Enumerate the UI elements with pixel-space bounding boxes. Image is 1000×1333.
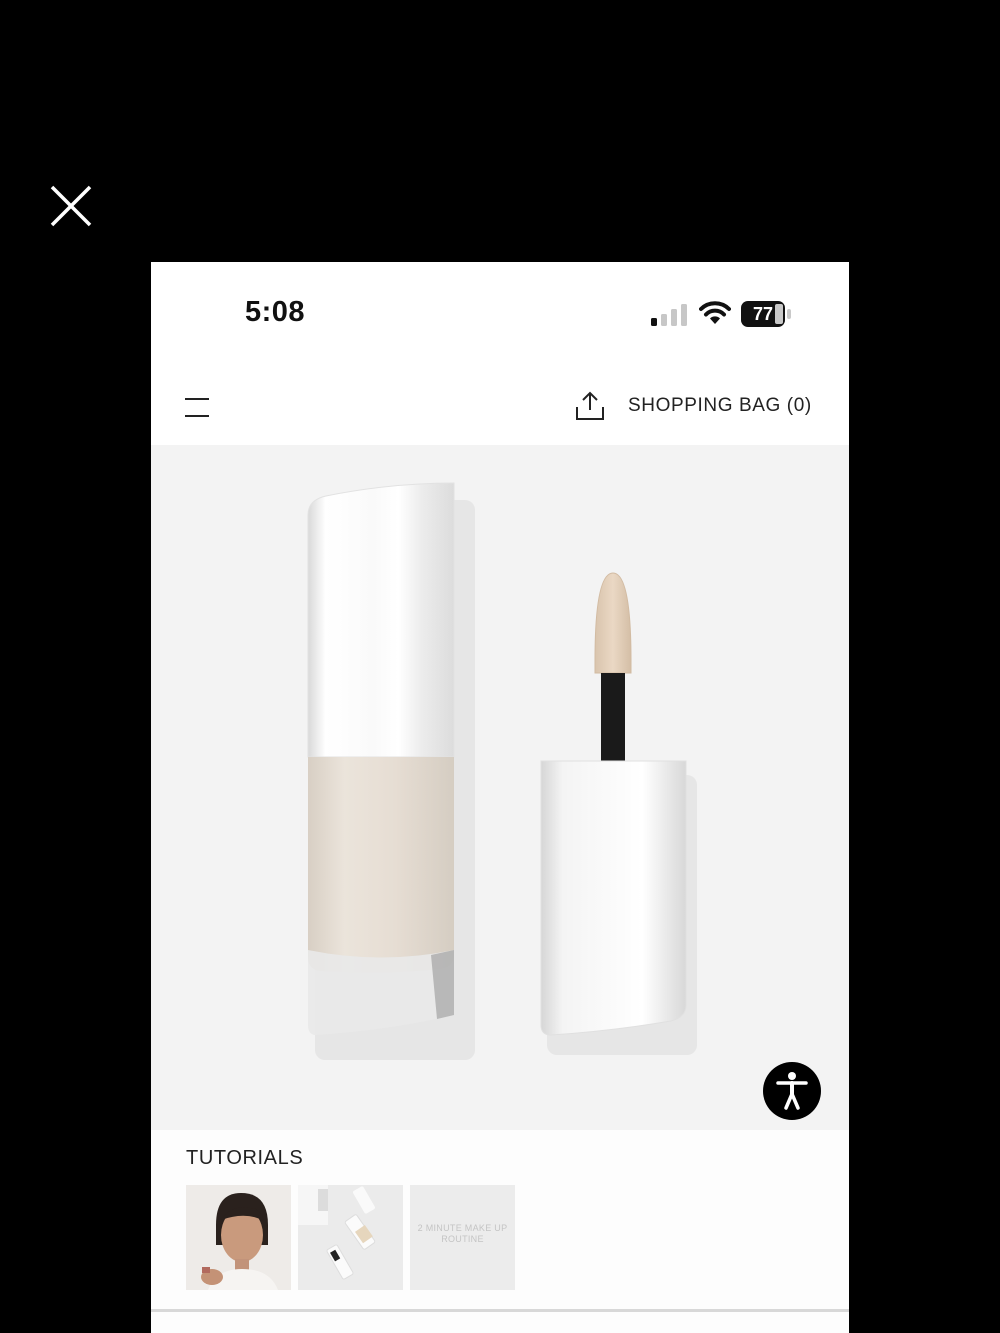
concealer-product-illustration <box>307 482 697 1060</box>
status-time: 5:08 <box>245 296 306 328</box>
model-portrait-image <box>186 1185 291 1290</box>
share-button[interactable] <box>575 390 605 422</box>
battery-level: 77 <box>752 303 774 324</box>
close-button[interactable] <box>48 183 94 229</box>
tutorial-thumbnail-2[interactable] <box>298 1185 403 1290</box>
tutorials-section: TUTORIALS 2 MINUTE MAKE UP ROUTINE <box>151 1130 849 1333</box>
tutorials-heading: TUTORIALS <box>186 1147 304 1169</box>
battery-indicator: 77 <box>741 301 793 332</box>
menu-button[interactable] <box>183 394 211 420</box>
applicator-wand <box>601 673 625 761</box>
applicator-handle <box>540 760 687 1036</box>
close-icon <box>50 185 92 227</box>
signal-icon <box>651 304 687 326</box>
status-bar: 5:08 77 <box>151 262 849 362</box>
applicator-tip <box>594 572 632 674</box>
accessibility-button[interactable] <box>763 1062 821 1120</box>
wifi-icon <box>699 301 731 324</box>
shopping-bag-link[interactable]: SHOPPING BAG (0) <box>628 395 812 417</box>
products-flatlay-image <box>298 1185 403 1290</box>
tutorial-thumbnail-3[interactable]: 2 MINUTE MAKE UP ROUTINE <box>410 1185 515 1290</box>
bottle-liquid <box>308 757 454 973</box>
bottle-cap <box>307 482 455 758</box>
bottom-divider <box>151 1309 849 1312</box>
tutorial-thumbnail-caption: 2 MINUTE MAKE UP ROUTINE <box>417 1223 508 1244</box>
share-icon <box>576 391 604 420</box>
product-image <box>151 445 849 1130</box>
phone-screen: 5:08 77 SHOPPING BAG (0) TUTORIALS 2 MIN… <box>151 262 849 1333</box>
accessibility-icon <box>776 1072 808 1110</box>
tutorial-thumbnail-1[interactable] <box>186 1185 291 1290</box>
top-nav: SHOPPING BAG (0) <box>151 372 849 442</box>
menu-icon <box>185 398 209 417</box>
